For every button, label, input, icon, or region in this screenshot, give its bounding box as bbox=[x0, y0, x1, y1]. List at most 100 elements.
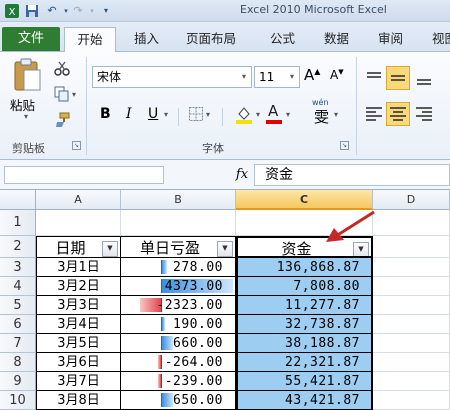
grow-font-button[interactable]: A▲ bbox=[304, 66, 320, 84]
cell-empty[interactable] bbox=[373, 258, 450, 277]
cell-funds[interactable]: 22,321.87 bbox=[236, 353, 373, 372]
fill-color-dropdown-icon[interactable]: ▾ bbox=[256, 110, 260, 119]
clipboard-launcher-icon[interactable]: ↘ bbox=[72, 141, 81, 150]
underline-dropdown-icon[interactable]: ▾ bbox=[164, 110, 168, 119]
cell-date[interactable]: 3月4日 bbox=[36, 315, 121, 334]
cell-date[interactable]: 3月2日 bbox=[36, 277, 121, 296]
row-header-6[interactable]: 6 bbox=[0, 315, 36, 334]
header-cell-date[interactable]: 日期 ▼ bbox=[36, 236, 121, 258]
cell-funds[interactable]: 55,421.87 bbox=[236, 372, 373, 391]
insert-function-button[interactable]: fx bbox=[232, 165, 252, 185]
cell-empty[interactable] bbox=[373, 334, 450, 353]
tab-insert[interactable]: 插入 bbox=[134, 27, 159, 51]
customize-toolbar-icon[interactable]: ▾ bbox=[98, 3, 114, 19]
save-icon[interactable] bbox=[24, 3, 40, 19]
cell-empty[interactable] bbox=[373, 353, 450, 372]
clipboard-paste-icon[interactable] bbox=[10, 58, 44, 94]
underline-button[interactable]: U bbox=[148, 106, 158, 122]
font-color-button[interactable]: A bbox=[268, 102, 278, 120]
cell-empty[interactable] bbox=[373, 315, 450, 334]
cell-d1[interactable] bbox=[373, 210, 450, 236]
paste-dropdown-icon[interactable]: ▾ bbox=[24, 112, 28, 121]
cell-funds[interactable]: 38,188.87 bbox=[236, 334, 373, 353]
align-top-icon[interactable] bbox=[364, 68, 384, 88]
cell-funds[interactable]: 7,808.80 bbox=[236, 277, 373, 296]
cell-empty[interactable] bbox=[373, 296, 450, 315]
cell-pnl[interactable]: 650.00 bbox=[121, 391, 236, 410]
row-header-10[interactable]: 10 bbox=[0, 391, 36, 410]
filter-dropdown-icon[interactable]: ▼ bbox=[217, 241, 233, 257]
select-all-corner[interactable] bbox=[0, 190, 36, 210]
cell-date[interactable]: 3月8日 bbox=[36, 391, 121, 410]
row-header-2[interactable]: 2 bbox=[0, 236, 36, 258]
cell-pnl[interactable]: 660.00 bbox=[121, 334, 236, 353]
column-header-b[interactable]: B bbox=[121, 190, 236, 210]
tab-view[interactable]: 视图 bbox=[432, 27, 450, 51]
cell-empty[interactable] bbox=[373, 391, 450, 410]
phonetic-dropdown-icon[interactable]: ▾ bbox=[334, 110, 338, 119]
header-cell-pnl[interactable]: 单日亏盈 ▼ bbox=[121, 236, 236, 258]
tab-page-layout[interactable]: 页面布局 bbox=[186, 27, 236, 51]
name-box[interactable] bbox=[4, 166, 164, 184]
cell-pnl[interactable]: -239.00 bbox=[121, 372, 236, 391]
row-header-4[interactable]: 4 bbox=[0, 277, 36, 296]
tab-review[interactable]: 审阅 bbox=[378, 27, 403, 51]
paste-button[interactable]: 粘贴 bbox=[10, 95, 35, 114]
column-header-a[interactable]: A bbox=[36, 190, 121, 210]
cell-b1[interactable] bbox=[121, 210, 236, 236]
copy-icon[interactable] bbox=[54, 86, 70, 102]
font-color-dropdown-icon[interactable]: ▾ bbox=[286, 110, 290, 119]
font-launcher-icon[interactable]: ↘ bbox=[340, 141, 349, 150]
cell-d2[interactable] bbox=[373, 236, 450, 258]
align-left-icon[interactable] bbox=[364, 104, 384, 124]
column-header-d[interactable]: D bbox=[373, 190, 450, 210]
tab-data[interactable]: 数据 bbox=[324, 27, 349, 51]
row-header-3[interactable]: 3 bbox=[0, 258, 36, 277]
row-header-7[interactable]: 7 bbox=[0, 334, 36, 353]
cell-date[interactable]: 3月1日 bbox=[36, 258, 121, 277]
align-middle-icon[interactable] bbox=[386, 66, 410, 90]
bold-button[interactable]: B bbox=[100, 106, 111, 122]
cell-date[interactable]: 3月7日 bbox=[36, 372, 121, 391]
borders-dropdown-icon[interactable]: ▾ bbox=[206, 110, 210, 119]
align-bottom-icon[interactable] bbox=[414, 68, 434, 88]
tab-file[interactable]: 文件 bbox=[2, 27, 60, 51]
tab-formulas[interactable]: 公式 bbox=[270, 27, 295, 51]
row-header-8[interactable]: 8 bbox=[0, 353, 36, 372]
cell-pnl[interactable]: 190.00 bbox=[121, 315, 236, 334]
cell-pnl[interactable]: 278.00 bbox=[121, 258, 236, 277]
align-center-icon[interactable] bbox=[386, 102, 410, 126]
cell-date[interactable]: 3月3日 bbox=[36, 296, 121, 315]
borders-icon[interactable] bbox=[188, 106, 204, 122]
formula-input[interactable]: 资金 bbox=[254, 164, 450, 186]
filter-dropdown-icon[interactable]: ▼ bbox=[102, 241, 118, 257]
shrink-font-button[interactable]: A▼ bbox=[330, 68, 344, 82]
cell-pnl[interactable]: 4373.00 bbox=[121, 277, 236, 296]
font-name-dropdown-icon[interactable]: ▾ bbox=[242, 72, 246, 81]
cell-pnl[interactable]: -2323.00 bbox=[121, 296, 236, 315]
cell-empty[interactable] bbox=[373, 372, 450, 391]
italic-button[interactable]: I bbox=[126, 106, 132, 122]
cell-funds[interactable]: 11,277.87 bbox=[236, 296, 373, 315]
column-header-c[interactable]: C bbox=[236, 190, 373, 210]
align-right-icon[interactable] bbox=[414, 104, 434, 124]
cell-date[interactable]: 3月6日 bbox=[36, 353, 121, 372]
row-header-9[interactable]: 9 bbox=[0, 372, 36, 391]
cell-funds[interactable]: 43,421.87 bbox=[236, 391, 373, 410]
cell-date[interactable]: 3月5日 bbox=[36, 334, 121, 353]
row-header-5[interactable]: 5 bbox=[0, 296, 36, 315]
copy-dropdown-icon[interactable]: ▾ bbox=[72, 90, 76, 99]
cut-icon[interactable] bbox=[54, 60, 70, 76]
tab-home[interactable]: 开始 bbox=[64, 27, 116, 53]
cell-empty[interactable] bbox=[373, 277, 450, 296]
row-header-1[interactable]: 1 bbox=[0, 210, 36, 236]
font-size-dropdown-icon[interactable]: ▾ bbox=[290, 72, 294, 81]
fill-color-icon[interactable] bbox=[234, 104, 254, 124]
cell-pnl[interactable]: -264.00 bbox=[121, 353, 236, 372]
format-painter-icon[interactable] bbox=[54, 112, 70, 128]
cell-a1[interactable] bbox=[36, 210, 121, 236]
cell-funds[interactable]: 136,868.87 bbox=[236, 258, 373, 277]
font-name-select[interactable]: 宋体 bbox=[92, 66, 252, 88]
phonetic-guide-button[interactable]: 雯 bbox=[314, 106, 329, 127]
cell-funds[interactable]: 32,738.87 bbox=[236, 315, 373, 334]
